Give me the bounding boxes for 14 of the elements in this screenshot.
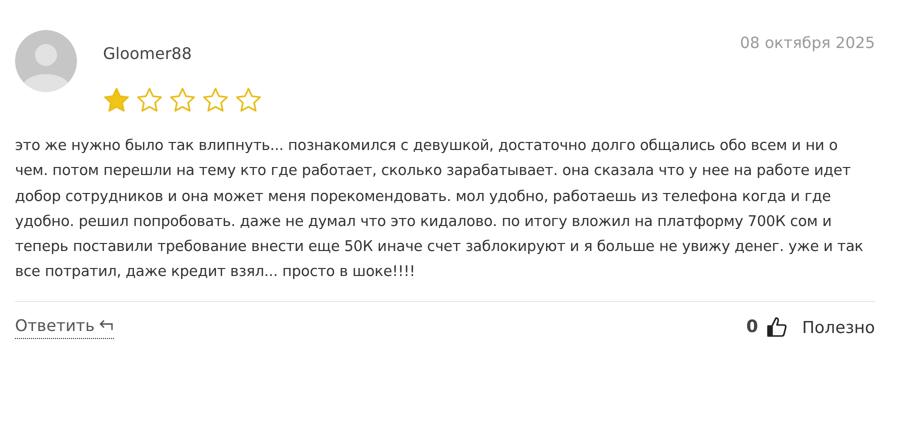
empty-star-icon: [202, 87, 229, 113]
review-date: 08 октября 2025: [740, 34, 875, 52]
empty-star-icon: [235, 87, 262, 113]
thumbs-up-icon[interactable]: [766, 316, 788, 338]
empty-star-icon: [136, 87, 163, 113]
avatar: [15, 30, 77, 92]
empty-star-icon: [169, 87, 196, 113]
reply-link[interactable]: Ответить: [15, 316, 114, 339]
author-name: Gloomer88: [103, 44, 193, 63]
helpful-label[interactable]: Полезно: [802, 318, 875, 337]
review-text: это же нужно было так влипнуть... познакомился с девушкой, достаточно долго общались обо всем и ни о чем. потом перешли на тему кто где работает, сколько зарабатывает. она сказала что у нее на работе идет добор сотрудников и она может меня порекомендовать. мол удобно, работаешь из телефона когда и где удобно. решил попробовать. даже не думал что это кидалово. по итогу вложил на платформу 700К сом и теперь поставили требование внести еще 50К иначе счет заблокируют и я больше не увижу денег. уже и так все потратил, даже кредит взял... просто в шоке!!!!: [15, 136, 864, 282]
reply-arrow-icon: [98, 318, 114, 332]
helpful-count: 0: [746, 317, 758, 338]
filled-star-icon: [103, 87, 130, 113]
